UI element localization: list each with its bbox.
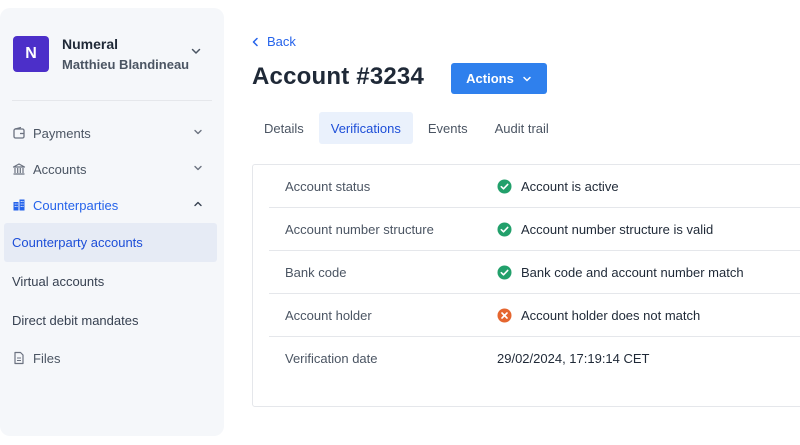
verification-row: Bank code Bank code and account number m… (269, 251, 800, 294)
sidebar-item-label: Accounts (33, 161, 87, 177)
sidebar-item-label: Files (33, 350, 61, 366)
sidebar-item-payments[interactable]: Payments (0, 115, 224, 151)
tab-events[interactable]: Events (416, 112, 480, 144)
check-circle-icon (497, 222, 512, 237)
verification-value: Account is active (521, 178, 619, 194)
bank-icon (12, 162, 26, 176)
building-icon (12, 198, 26, 212)
sidebar: N Numeral Matthieu Blandineau Payments A… (0, 8, 224, 436)
verification-value: Account number structure is valid (521, 221, 714, 237)
check-circle-icon (497, 179, 512, 194)
verification-label: Account holder (285, 307, 372, 323)
verification-label: Bank code (285, 264, 347, 280)
org-name: Numeral (62, 35, 119, 52)
verification-value: Bank code and account number match (521, 264, 744, 280)
sidebar-item-files[interactable]: Files (0, 340, 224, 376)
file-icon (12, 351, 26, 365)
x-circle-icon (497, 308, 512, 323)
verification-row: Verification date 29/02/2024, 17:19:14 C… (269, 337, 800, 380)
chevron-down-icon[interactable] (189, 44, 203, 58)
verification-value: Account holder does not match (521, 307, 701, 323)
org-switcher[interactable]: N Numeral Matthieu Blandineau (13, 32, 213, 76)
verification-date: 29/02/2024, 17:19:14 CET (497, 351, 650, 366)
actions-label: Actions (466, 71, 514, 86)
sidebar-subitem-counterparty-accounts[interactable]: Counterparty accounts (4, 223, 217, 262)
verification-label: Account number structure (285, 221, 434, 237)
chevron-up-icon (192, 198, 204, 210)
tab-verifications[interactable]: Verifications (318, 112, 413, 144)
back-label: Back (267, 34, 296, 49)
chevron-down-icon (192, 162, 204, 174)
sidebar-nav: Payments Accounts Counterparties Counter… (0, 115, 224, 376)
sidebar-item-label: Counterparties (33, 197, 119, 213)
sidebar-item-label: Payments (33, 125, 91, 141)
back-link[interactable]: Back (251, 34, 296, 49)
sidebar-divider (12, 100, 212, 101)
chevron-down-icon (192, 126, 204, 138)
sidebar-subitem-virtual-accounts[interactable]: Virtual accounts (0, 262, 224, 301)
verification-label: Account status (285, 178, 371, 194)
sidebar-subitem-direct-debit-mandates[interactable]: Direct debit mandates (0, 301, 224, 340)
actions-button[interactable]: Actions (451, 63, 547, 94)
tab-bar: Details Verifications Events Audit trail (252, 112, 564, 144)
page-title: Account #3234 (252, 63, 425, 90)
verification-row: Account holder Account holder does not m… (269, 294, 800, 337)
tab-audit-trail[interactable]: Audit trail (483, 112, 561, 144)
verification-label: Verification date (285, 351, 378, 366)
verifications-card: Account status Account is active Account… (252, 164, 800, 407)
chevron-left-icon (252, 37, 258, 46)
org-logo: N (13, 36, 49, 72)
chevron-down-icon (523, 76, 531, 81)
verification-row: Account number structure Account number … (269, 208, 800, 251)
verification-row: Account status Account is active (269, 165, 800, 208)
sidebar-item-counterparties[interactable]: Counterparties (0, 187, 224, 223)
wallet-icon (12, 126, 26, 140)
tab-details[interactable]: Details (252, 112, 316, 144)
user-name: Matthieu Blandineau (62, 56, 190, 72)
check-circle-icon (497, 265, 512, 280)
sidebar-item-accounts[interactable]: Accounts (0, 151, 224, 187)
